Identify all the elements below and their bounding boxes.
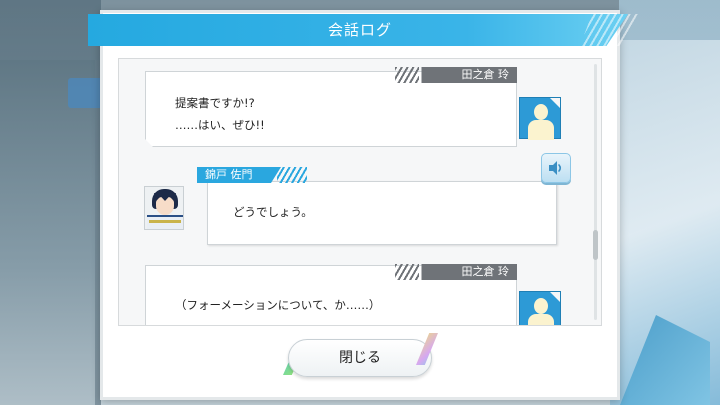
speaker-name-tag: 錦戸 佐門 xyxy=(197,167,281,183)
speaker-portrait-placeholder xyxy=(519,97,561,140)
silhouette-icon xyxy=(534,298,548,314)
speaker-name: 錦戸 佐門 xyxy=(205,168,253,181)
name-tag-stripes xyxy=(277,167,307,183)
close-button[interactable]: 閉じる xyxy=(288,339,432,377)
speaker-portrait xyxy=(144,186,184,230)
message-line: どうでしょう。 xyxy=(233,205,313,219)
speaker-name: 田之倉 玲 xyxy=(461,265,510,278)
speaker-name-tag: 田之倉 玲 xyxy=(411,264,517,280)
scrollbar-thumb[interactable] xyxy=(593,230,598,260)
speaker-icon xyxy=(549,161,562,175)
background-left-panel xyxy=(0,60,95,405)
log-scroll-area[interactable]: 田之倉 玲 提案書ですか!? ……はい、ぜひ!! 錦戸 佐門 どうでしょう。 田… xyxy=(118,58,602,326)
message-line: ……はい、ぜひ!! xyxy=(175,118,265,132)
message-line: 提案書ですか!? xyxy=(175,96,255,110)
voice-replay-button[interactable] xyxy=(541,153,571,183)
message-line: （フォーメーションについて、か……） xyxy=(175,298,381,312)
silhouette-icon xyxy=(534,104,548,120)
speaker-name: 田之倉 玲 xyxy=(461,68,510,81)
scrollbar-track[interactable] xyxy=(594,64,597,320)
speaker-name-tag: 田之倉 玲 xyxy=(411,67,517,83)
dialog-title: 会話ログ xyxy=(327,21,392,39)
speaker-portrait-placeholder xyxy=(519,291,561,325)
